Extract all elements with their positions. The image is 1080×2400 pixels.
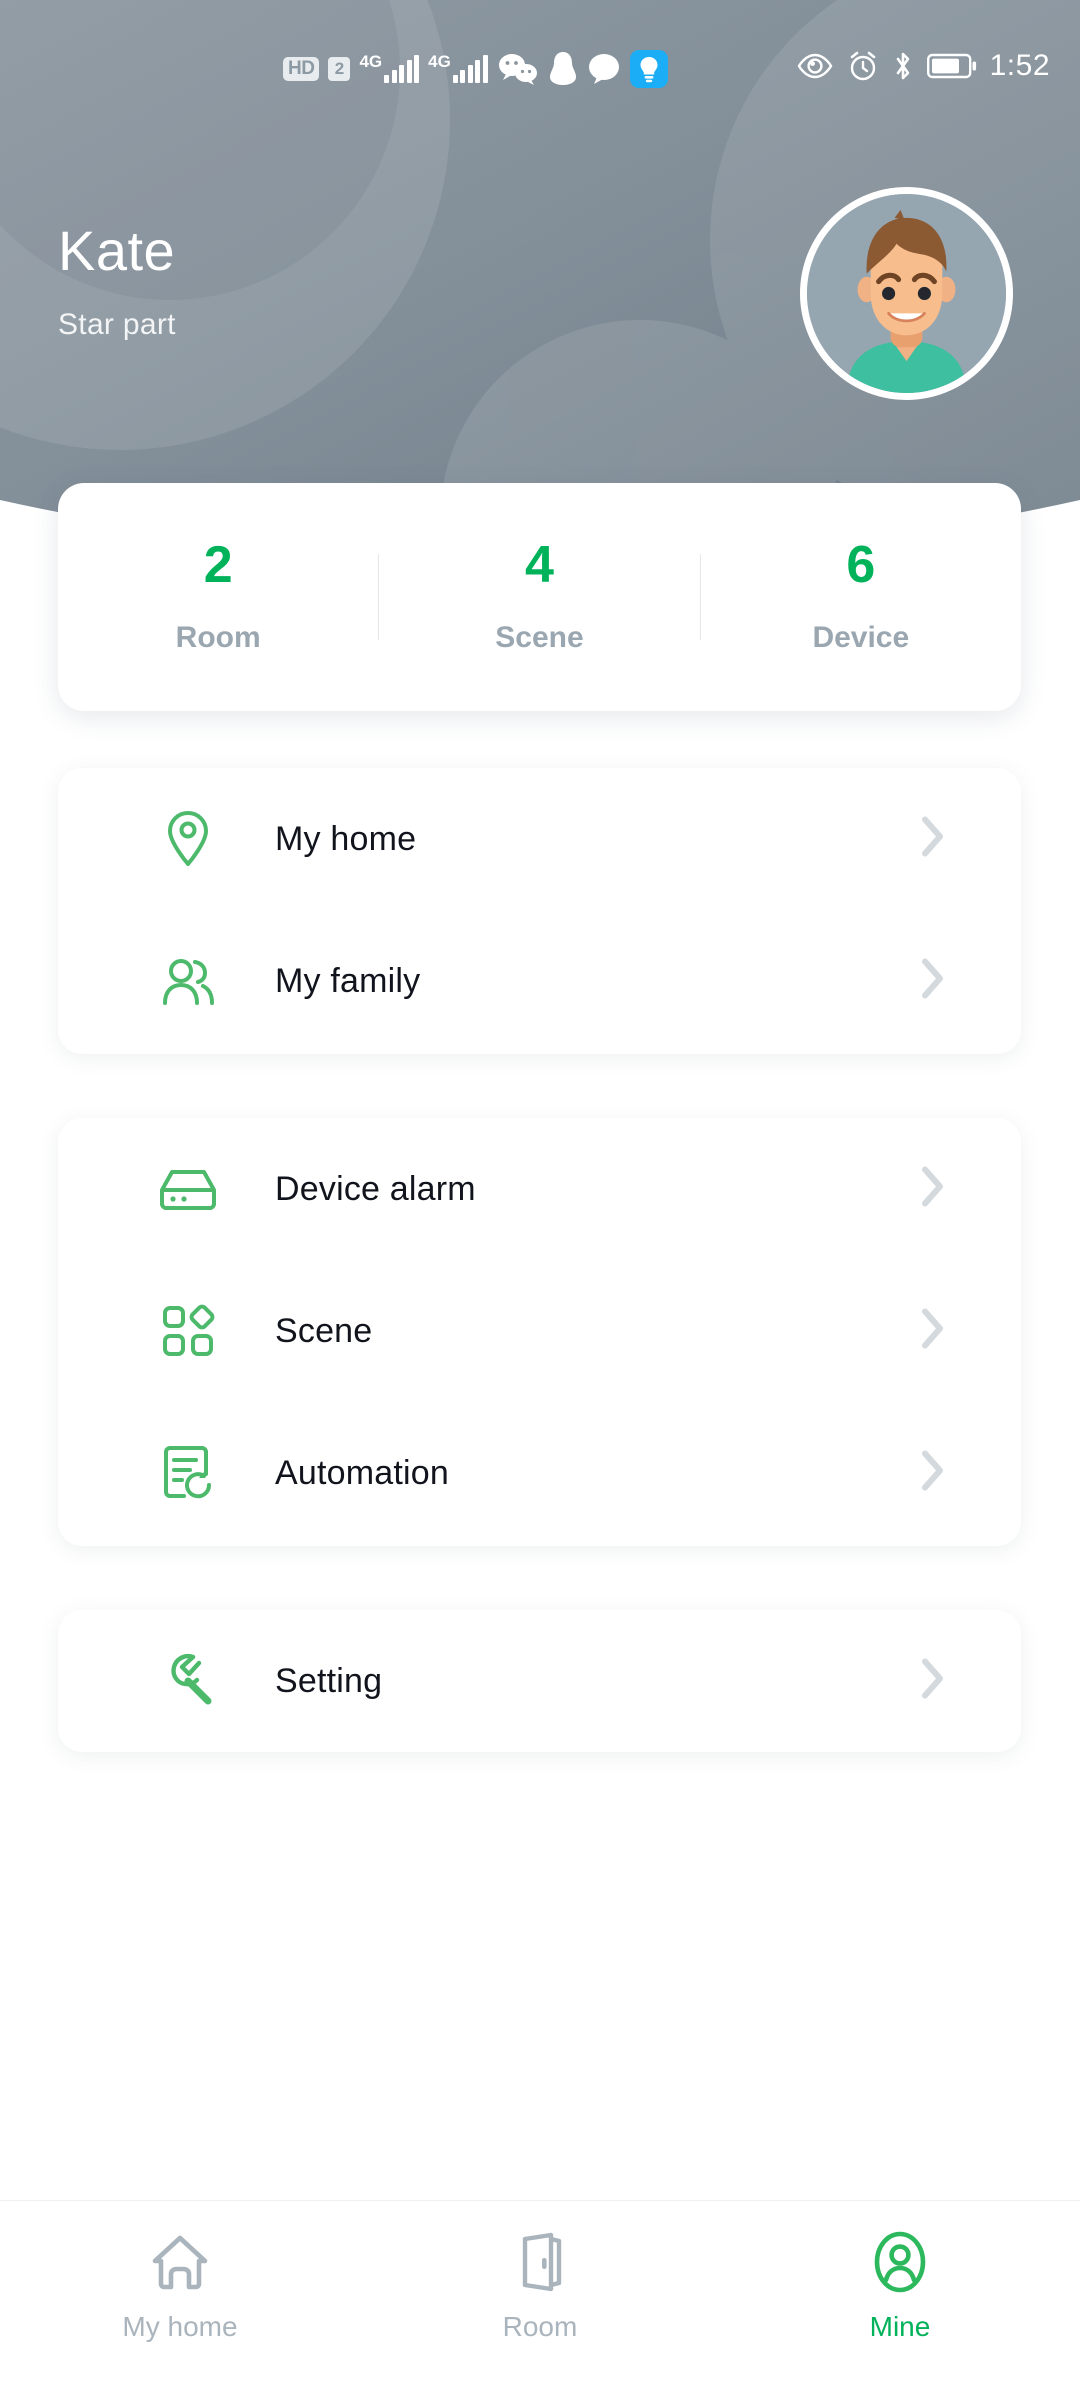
- bottom-tab-bar: My home Room Mine: [0, 2200, 1080, 2400]
- menu-row-my-home[interactable]: My home: [58, 768, 1021, 910]
- signal-bars-2: [452, 55, 488, 83]
- door-icon: [513, 2229, 567, 2295]
- chevron-right-icon: [920, 1657, 946, 1706]
- grid-shapes-icon: [156, 1299, 220, 1363]
- menu-row-device-alarm[interactable]: Device alarm: [58, 1118, 1021, 1260]
- user-subtitle: Star part: [58, 307, 176, 341]
- menu-row-label: Automation: [275, 1453, 449, 1492]
- menu-row-label: My home: [275, 819, 417, 858]
- device-box-icon: [156, 1157, 220, 1221]
- status-bar-left-icons: HD 2 4G 4G: [283, 50, 668, 88]
- tab-my-home[interactable]: My home: [0, 2229, 360, 2343]
- tab-label: My home: [122, 2311, 238, 2342]
- chevron-right-icon: [920, 1165, 946, 1214]
- chevron-right-icon: [920, 815, 946, 864]
- menu-row-label: Scene: [275, 1311, 373, 1350]
- chevron-right-icon: [920, 1307, 946, 1356]
- stat-scene-label: Scene: [495, 621, 584, 654]
- menu-row-my-family[interactable]: My family: [58, 910, 1021, 1052]
- menu-row-label: My family: [275, 961, 421, 1000]
- tab-label: Mine: [869, 2311, 931, 2342]
- automation-refresh-icon: [156, 1441, 220, 1505]
- stat-room-label: Room: [175, 621, 261, 654]
- stat-room-value: 2: [203, 536, 233, 594]
- tab-label: Room: [502, 2311, 578, 2342]
- alarm-clock-icon: [847, 50, 879, 82]
- stat-scene-value: 4: [525, 536, 554, 594]
- chevron-right-icon: [920, 1449, 946, 1498]
- people-icon: [156, 949, 220, 1013]
- bluetooth-icon: [892, 50, 914, 82]
- stats-summary-card: 2 Room 4 Scene 6 Device: [58, 483, 1021, 711]
- eye-care-icon: [796, 52, 834, 80]
- stat-room[interactable]: 2 Room: [58, 539, 378, 655]
- menu-row-setting[interactable]: Setting: [58, 1610, 1021, 1752]
- device-group-card: Device alarm Scene Automation: [58, 1118, 1021, 1546]
- greeting-block: Kate Star part: [58, 220, 176, 342]
- menu-row-scene[interactable]: Scene: [58, 1260, 1021, 1402]
- tab-mine[interactable]: Mine: [720, 2229, 1080, 2343]
- home-group-card: My home My family: [58, 768, 1021, 1054]
- user-name: Kate: [58, 219, 176, 282]
- message-bubble-icon: [587, 53, 621, 85]
- signal-bars-1: [384, 55, 420, 83]
- tab-room[interactable]: Room: [360, 2229, 720, 2343]
- lightbulb-icon: [629, 50, 668, 88]
- sim-2-icon: 2: [328, 57, 351, 81]
- status-bar: HD 2 4G 4G 1:52: [0, 0, 1080, 110]
- home-outline-icon: [149, 2229, 211, 2295]
- setting-group-card: Setting: [58, 1610, 1021, 1752]
- stat-device[interactable]: 6 Device: [701, 539, 1021, 655]
- stat-scene[interactable]: 4 Scene: [379, 539, 699, 655]
- user-avatar[interactable]: [800, 187, 1013, 400]
- stat-device-value: 6: [846, 536, 876, 594]
- menu-row-automation[interactable]: Automation: [58, 1402, 1021, 1544]
- location-pin-icon: [156, 807, 220, 871]
- person-circle-icon: [871, 2229, 929, 2295]
- wrench-icon: [156, 1649, 220, 1713]
- menu-row-label: Setting: [275, 1661, 383, 1700]
- hd-badge-icon: HD: [283, 57, 320, 81]
- signal-4g-1-icon: 4G: [359, 53, 420, 83]
- status-bar-right-icons: 1:52: [796, 50, 1050, 82]
- menu-row-label: Device alarm: [275, 1169, 476, 1208]
- signal-4g-2-icon: 4G: [428, 53, 488, 83]
- qq-penguin-icon: [548, 51, 578, 87]
- status-bar-clock: 1:52: [989, 49, 1050, 82]
- battery-icon: [926, 52, 977, 80]
- wechat-icon: [497, 52, 539, 86]
- chevron-right-icon: [920, 957, 946, 1006]
- stat-device-label: Device: [812, 621, 910, 654]
